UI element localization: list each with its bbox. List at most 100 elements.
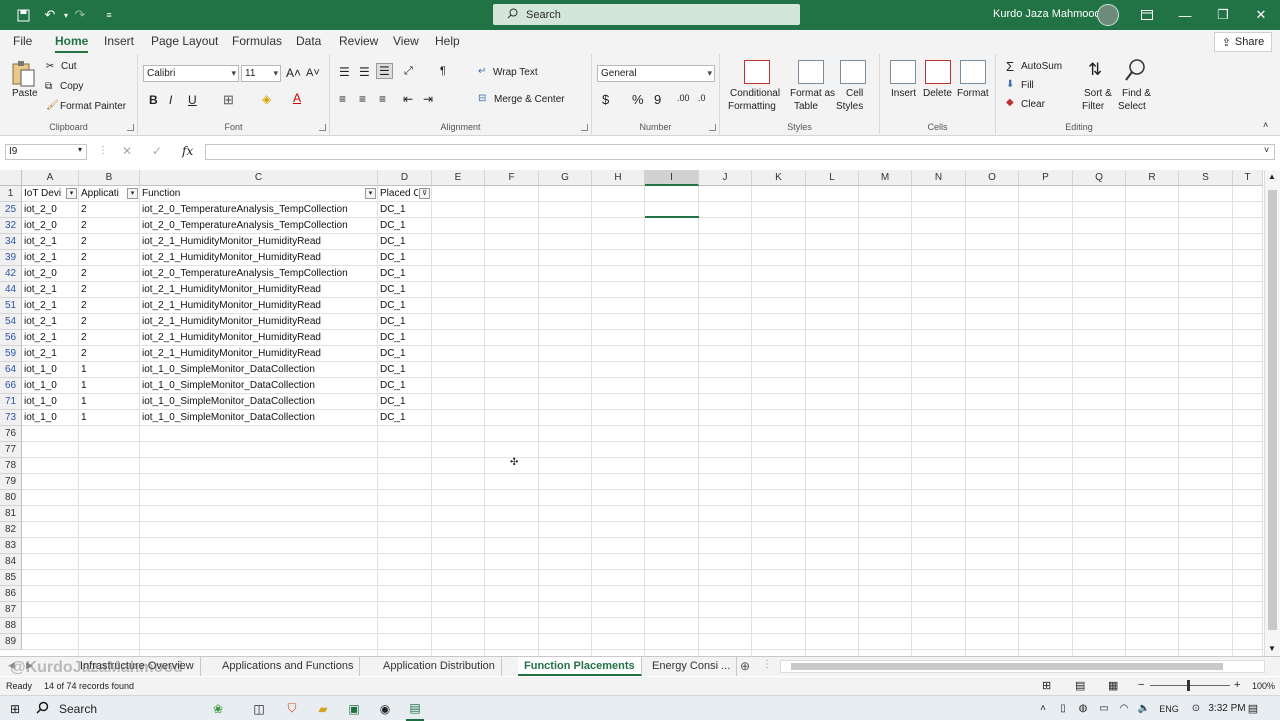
find-select-label-2[interactable]: Select — [1118, 101, 1146, 112]
align-center-icon[interactable]: ≡ — [359, 92, 366, 106]
table-cell[interactable]: iot_2_1_HumidityMonitor_HumidityRead — [140, 346, 377, 362]
formula-input[interactable] — [205, 144, 1275, 160]
format-as-table-label-2[interactable]: Table — [794, 101, 818, 112]
tab-help[interactable]: Help — [435, 34, 460, 48]
tab-formulas[interactable]: Formulas — [232, 34, 282, 48]
middle-align-icon[interactable]: ☰ — [359, 65, 370, 79]
row-header[interactable]: 84 — [0, 554, 22, 570]
zoom-slider[interactable] — [1150, 685, 1230, 686]
conditional-formatting-label-1[interactable]: Conditional — [730, 88, 780, 99]
table-cell[interactable]: iot_2_0 — [22, 266, 78, 282]
enter-icon[interactable]: ✓ — [152, 144, 162, 158]
italic-icon[interactable]: I — [169, 93, 172, 107]
align-left-icon[interactable]: ≡ — [339, 92, 346, 106]
font-color-icon[interactable]: A — [293, 91, 301, 105]
column-header-j[interactable]: J — [699, 170, 752, 186]
table-cell[interactable]: iot_2_0_TemperatureAnalysis_TempCollecti… — [140, 202, 377, 218]
table-header-cell[interactable]: Placed O — [378, 186, 418, 202]
table-cell[interactable]: iot_1_0_SimpleMonitor_DataCollection — [140, 362, 377, 378]
format-as-table-icon[interactable] — [798, 60, 824, 84]
column-header-s[interactable]: S — [1179, 170, 1233, 186]
ribbon-display-options-icon[interactable] — [1128, 0, 1166, 30]
decrease-decimal-icon[interactable]: .0 — [698, 93, 706, 103]
font-name-dropdown[interactable]: Calibri — [143, 65, 239, 82]
table-cell[interactable]: 1 — [79, 410, 139, 426]
table-cell[interactable]: iot_2_1_HumidityMonitor_HumidityRead — [140, 282, 377, 298]
bold-icon[interactable]: B — [149, 93, 158, 107]
top-align-icon[interactable]: ☰ — [339, 65, 350, 79]
column-header-c[interactable]: C — [140, 170, 378, 186]
row-header[interactable]: 76 — [0, 426, 22, 442]
tray-overflow-icon[interactable]: ˄ — [1036, 696, 1050, 721]
row-header[interactable]: 85 — [0, 570, 22, 586]
column-header-t[interactable]: T — [1233, 170, 1263, 186]
row-header[interactable]: 25 — [0, 202, 22, 218]
format-cells-button[interactable]: Format — [957, 88, 989, 99]
column-header-g[interactable]: G — [539, 170, 592, 186]
table-cell[interactable]: iot_2_1 — [22, 330, 78, 346]
row-header[interactable]: 66 — [0, 378, 22, 394]
sheet-tab-function-placements[interactable]: Function Placements — [518, 657, 642, 676]
row-header[interactable]: 54 — [0, 314, 22, 330]
table-cell[interactable]: iot_1_0 — [22, 378, 78, 394]
table-cell[interactable]: DC_1 — [378, 250, 431, 266]
clock[interactable]: 3:32 PM — [1207, 696, 1247, 721]
tab-home[interactable]: Home — [55, 34, 89, 53]
column-header-q[interactable]: Q — [1073, 170, 1126, 186]
table-cell[interactable]: iot_2_1_HumidityMonitor_HumidityRead — [140, 250, 377, 266]
table-cell[interactable]: 2 — [79, 314, 139, 330]
normal-view-icon[interactable]: ⊞ — [1042, 679, 1051, 692]
spreadsheet-grid[interactable]: A B C D E F G H I J K L M N O P Q R S T 1 IoT Devi ▾ Applicati ▾… — [0, 170, 1264, 656]
table-cell[interactable]: iot_2_1_HumidityMonitor_HumidityRead — [140, 234, 377, 250]
table-cell[interactable]: DC_1 — [378, 202, 431, 218]
table-cell[interactable]: DC_1 — [378, 410, 431, 426]
table-cell[interactable]: iot_2_1 — [22, 250, 78, 266]
tab-review[interactable]: Review — [339, 34, 378, 48]
table-cell[interactable]: iot_1_0 — [22, 410, 78, 426]
cell-styles-label-2[interactable]: Styles — [836, 101, 863, 112]
tab-view[interactable]: View — [393, 34, 419, 48]
zoom-level[interactable]: 100% — [1252, 681, 1275, 691]
row-header[interactable]: 32 — [0, 218, 22, 234]
table-cell[interactable]: DC_1 — [378, 330, 431, 346]
row-header[interactable]: 81 — [0, 506, 22, 522]
close-icon[interactable]: ✕ — [1242, 0, 1280, 30]
table-cell[interactable]: iot_1_0_SimpleMonitor_DataCollection — [140, 394, 377, 410]
clipboard-launcher-icon[interactable] — [127, 124, 134, 131]
borders-icon[interactable]: ⊞ — [223, 92, 234, 108]
cell-styles-icon[interactable] — [840, 60, 866, 84]
row-header[interactable]: 83 — [0, 538, 22, 554]
page-break-view-icon[interactable]: ▦ — [1108, 679, 1118, 692]
sheet-tab-application-distribution[interactable]: Application Distribution — [377, 657, 502, 676]
row-header[interactable]: 44 — [0, 282, 22, 298]
currency-icon[interactable]: $ — [602, 92, 609, 107]
table-cell[interactable]: 2 — [79, 330, 139, 346]
wrap-text-button[interactable]: Wrap Text — [493, 67, 538, 78]
sort-filter-icon[interactable]: ⇅ — [1088, 60, 1102, 80]
merge-center-icon[interactable]: ⊟ — [478, 93, 486, 104]
table-cell[interactable]: 2 — [79, 234, 139, 250]
table-cell[interactable]: iot_1_0 — [22, 362, 78, 378]
cancel-icon[interactable]: ✕ — [122, 144, 132, 158]
tab-splitter-icon[interactable]: ⋮ — [762, 659, 772, 670]
row-header[interactable]: 87 — [0, 602, 22, 618]
row-header[interactable]: 42 — [0, 266, 22, 282]
task-view-icon[interactable]: ◫ — [250, 696, 268, 721]
format-painter-icon[interactable]: 🖌 — [46, 100, 59, 111]
scroll-down-icon[interactable]: ▼ — [1268, 644, 1276, 653]
scroll-up-icon[interactable]: ▲ — [1268, 172, 1276, 181]
cut-icon[interactable]: ✂ — [46, 61, 54, 72]
row-header[interactable]: 80 — [0, 490, 22, 506]
font-size-dropdown[interactable]: 11 — [241, 65, 281, 82]
orientation-icon[interactable]: ⤢ — [404, 65, 413, 78]
table-cell[interactable]: iot_2_1 — [22, 282, 78, 298]
name-box[interactable]: I9 — [5, 144, 87, 160]
app-icon-green[interactable]: ▣ — [345, 696, 363, 721]
paste-icon[interactable] — [10, 60, 36, 91]
undo-icon[interactable]: ↶ — [38, 0, 62, 30]
table-cell[interactable]: DC_1 — [378, 234, 431, 250]
cut-button[interactable]: Cut — [61, 61, 77, 72]
column-header-m[interactable]: M — [859, 170, 912, 186]
scroll-thumb[interactable] — [1268, 190, 1277, 630]
table-cell[interactable]: DC_1 — [378, 282, 431, 298]
